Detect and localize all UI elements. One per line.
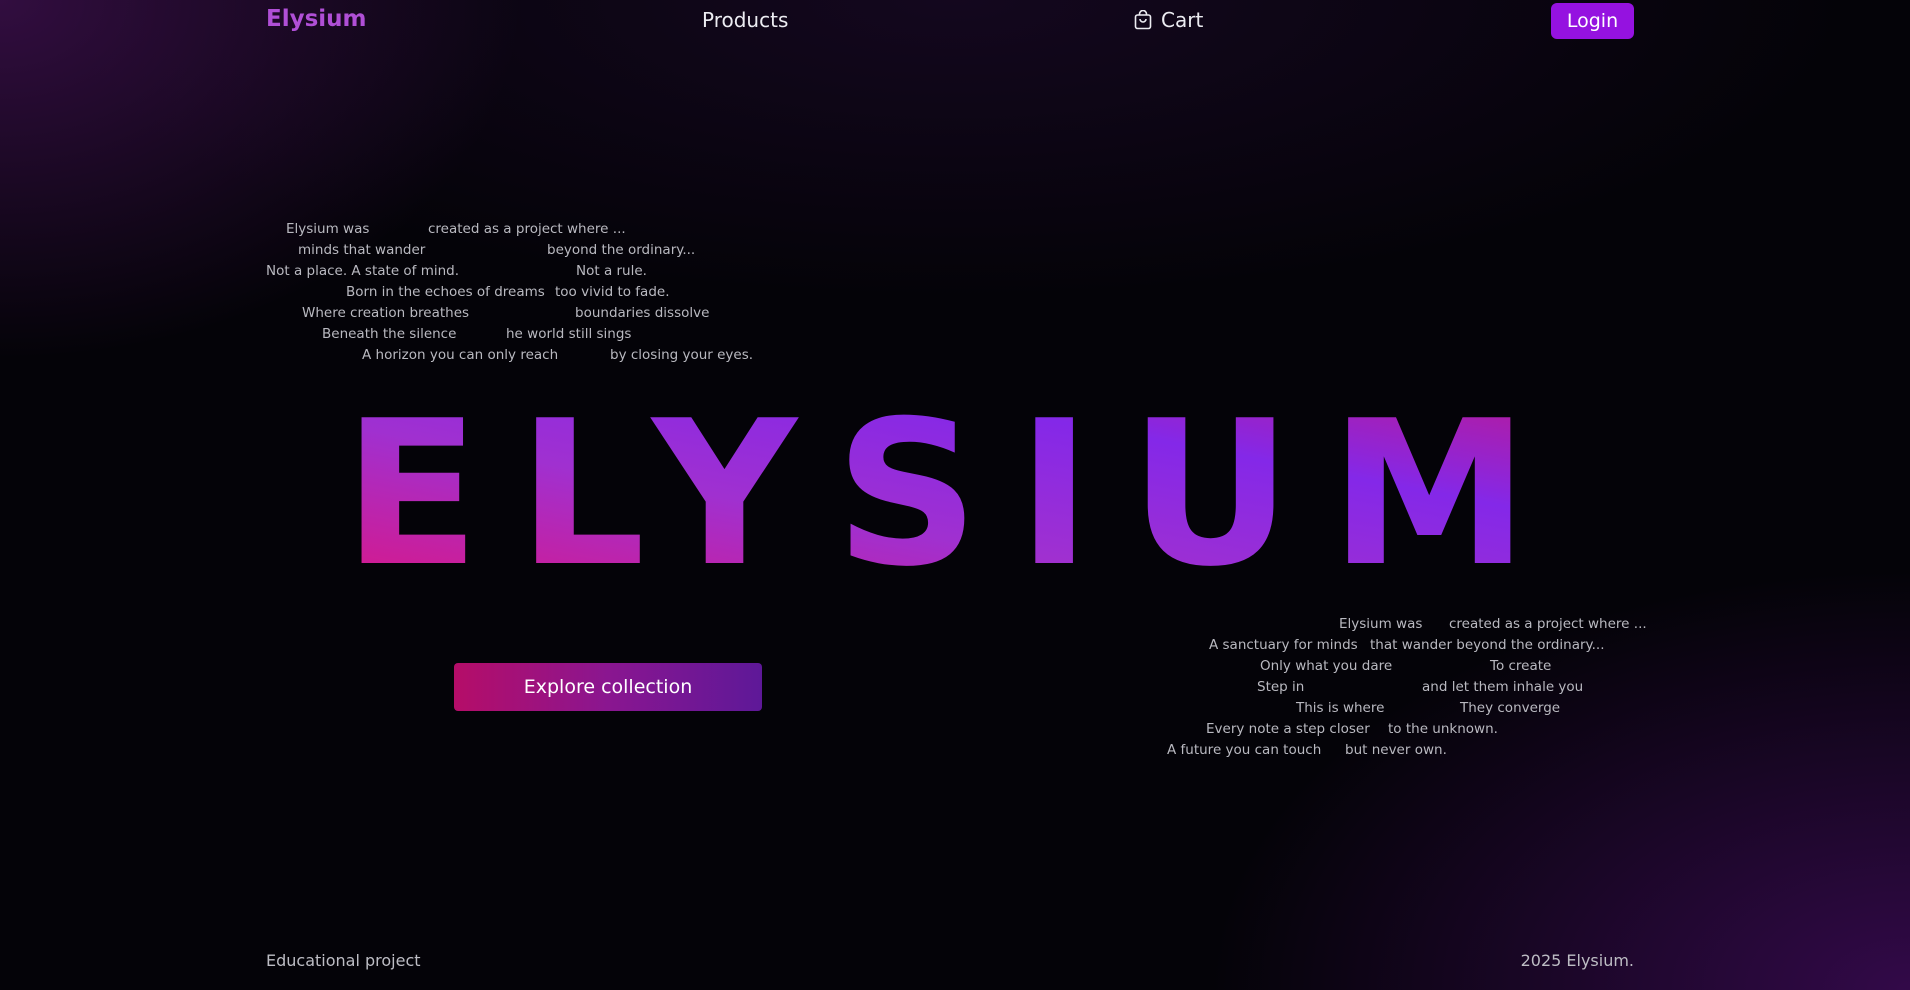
poem-top-text: he world still sings	[506, 326, 632, 342]
hero-title-graphic: ELYSIUM	[343, 395, 1567, 580]
poem-bottom-text: and let them inhale you	[1422, 679, 1584, 695]
poem-top-text: boundaries dissolve	[575, 305, 710, 321]
poem-bottom-text: A sanctuary for minds	[1209, 637, 1358, 653]
poem-bottom-text: This is where	[1296, 700, 1385, 716]
poem-bottom-text: Step in	[1257, 679, 1305, 695]
explore-collection-button[interactable]: Explore collection	[454, 663, 762, 711]
footer-educational-note: Educational project	[266, 951, 421, 970]
login-button[interactable]: Login	[1551, 3, 1634, 39]
poem-bottom-text: To create	[1490, 658, 1552, 674]
poem-top-text: Not a place. A state of mind.	[266, 263, 460, 279]
poem-bottom-text: to the unknown.	[1388, 721, 1498, 737]
poem-bottom-text: A future you can touch	[1167, 742, 1322, 758]
nav-link-cart[interactable]: Cart	[1134, 8, 1203, 32]
poem-bottom-text: created as a project where ...	[1449, 616, 1647, 632]
poem-top-text: Where creation breathes	[302, 305, 470, 321]
poem-top-text: minds that wander	[298, 242, 426, 258]
poem-bottom-text: Only what you dare	[1260, 658, 1393, 674]
top-navbar: Elysium Products Cart Login	[0, 0, 1910, 42]
poem-top-text: Beneath the silence	[322, 326, 457, 342]
poem-top-text: Elysium was	[286, 221, 370, 237]
nav-link-products[interactable]: Products	[702, 8, 788, 32]
poem-top-text: beyond the ordinary...	[547, 242, 696, 258]
hero-title: ELYSIUM	[300, 395, 1610, 580]
poem-top-text: by closing your eyes.	[610, 347, 754, 363]
poem-bottom-text: Elysium was	[1339, 616, 1423, 632]
poem-top-text: too vivid to fade.	[555, 284, 670, 300]
poem-bottom-text: that wander beyond the ordinary...	[1370, 637, 1605, 653]
hero-title-text: ELYSIUM	[343, 395, 1567, 580]
shopping-bag-icon	[1134, 9, 1152, 30]
poem-top-text: created as a project where ...	[428, 221, 626, 237]
poem-top-text: Born in the echoes of dreams	[346, 284, 545, 300]
poem-bottom-text: They converge	[1460, 700, 1561, 716]
poem-top-text: Not a rule.	[576, 263, 647, 279]
nav-cart-label: Cart	[1161, 8, 1204, 32]
poem-top-text: A horizon you can only reach	[362, 347, 559, 363]
poem-bottom-text: but never own.	[1345, 742, 1447, 758]
brand-logo-link[interactable]: Elysium	[266, 6, 367, 32]
poem-bottom-text: Every note a step closer	[1206, 721, 1370, 737]
footer-copyright: 2025 Elysium.	[1520, 951, 1634, 970]
